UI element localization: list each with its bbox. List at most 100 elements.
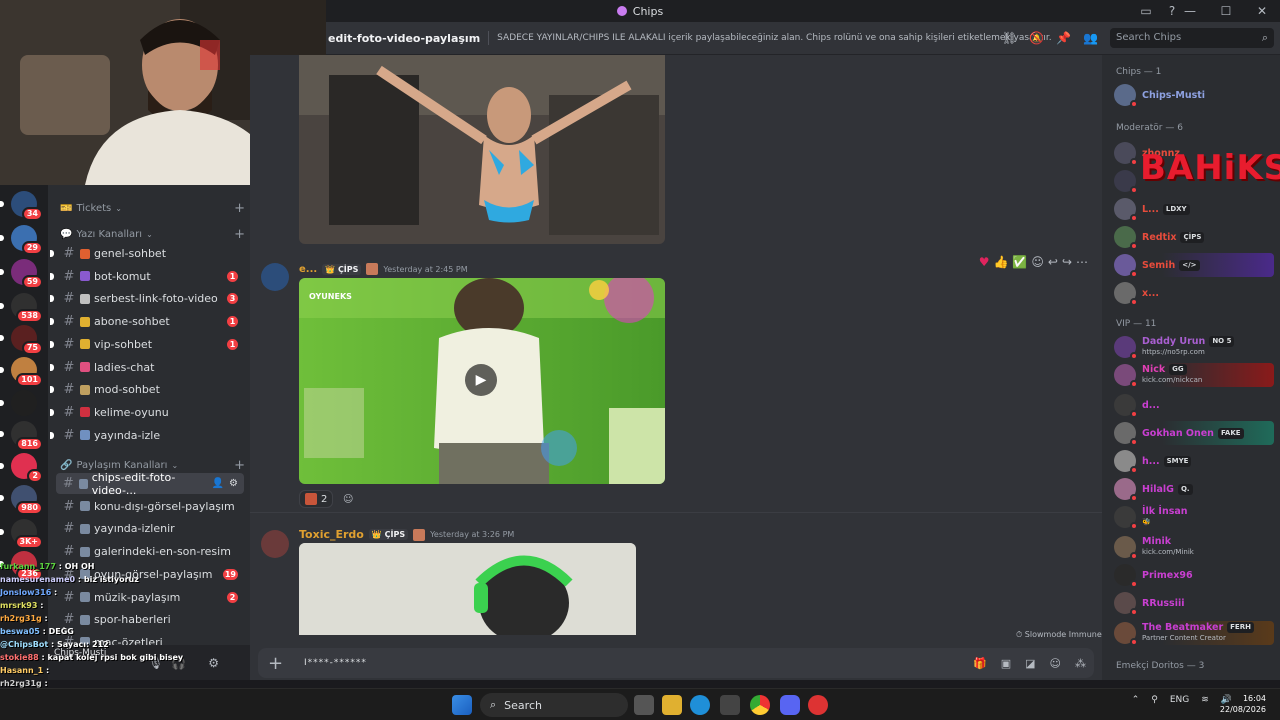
channel-item[interactable]: # chips-edit-foto-video-... 👤 ⚙ [56, 471, 244, 497]
add-channel-icon[interactable]: + [234, 201, 245, 216]
store-icon[interactable] [720, 695, 740, 715]
member-item[interactable]: Daddy Urun NO 5 https://no5rp.com [1114, 335, 1274, 360]
play-icon[interactable]: ▶ [465, 364, 497, 396]
member-item[interactable]: L... LDXY [1114, 197, 1274, 222]
server-icon[interactable]: 3K+ [0, 519, 43, 549]
server-icon[interactable]: 29 [0, 225, 43, 255]
obs-icon[interactable] [808, 695, 828, 715]
edge-icon[interactable] [690, 695, 710, 715]
role-tag: 👑 ÇİPS [322, 263, 362, 275]
emoji-icon[interactable]: ☺ [1050, 657, 1061, 670]
channel-item[interactable]: # serbest-link-foto-video 3 [50, 288, 244, 309]
member-item[interactable]: The Beatmaker FERH Partner Content Creator [1114, 621, 1274, 646]
gift-icon[interactable]: 🎁 [973, 657, 987, 670]
channel-item[interactable]: # kelime-oyunu [50, 402, 244, 423]
server-icon[interactable]: 59 [0, 259, 43, 289]
author-name[interactable]: Toxic_Erdo [299, 528, 364, 541]
role-icon [366, 263, 379, 275]
server-icon[interactable] [0, 390, 37, 416]
member-item[interactable]: Primex96 [1114, 563, 1274, 588]
unread-dot [50, 272, 54, 280]
channel-item[interactable]: # konu-dışı-görsel-paylaşım [56, 496, 244, 517]
discord-icon[interactable] [780, 695, 800, 715]
channel-item[interactable]: # mod-sohbet [50, 379, 244, 400]
channel-topic[interactable]: SADECE YAYINLAR/CHIPS İLE ALAKALI içerik… [497, 33, 1057, 43]
forward-icon[interactable]: ↪ [1062, 255, 1072, 269]
member-item[interactable]: Minik kick.com/Minik [1114, 535, 1274, 560]
channel-item[interactable]: # vip-sohbet 1 [50, 334, 244, 355]
reply-icon[interactable]: ↩ [1048, 255, 1058, 269]
member-item[interactable]: Gokhan Onen FAKE [1114, 421, 1274, 446]
sticker-icon[interactable]: ◪ [1025, 657, 1035, 670]
channel-item[interactable]: # galerindeki-en-son-resim [56, 541, 244, 562]
add-channel-icon[interactable]: + [234, 458, 245, 473]
avatar[interactable] [261, 263, 289, 291]
server-icon[interactable]: 34 [0, 191, 43, 221]
taskbar-search[interactable]: ⌕ Search [480, 693, 628, 717]
invite-icon[interactable]: 👤 [212, 478, 224, 489]
pin-icon[interactable]: 📌 [1056, 31, 1071, 45]
reaction-chip[interactable]: 2 [299, 490, 334, 508]
check-reaction-icon[interactable]: ✅ [1012, 255, 1027, 269]
server-icon[interactable]: 538 [0, 293, 43, 323]
mention-badge: 29 [21, 241, 43, 255]
mute-bell-icon[interactable]: 🔕 [1029, 31, 1044, 45]
member-item[interactable]: Chips-Musti [1114, 83, 1274, 108]
more-icon[interactable]: ⋯ [1076, 255, 1088, 269]
file-explorer-icon[interactable] [662, 695, 682, 715]
server-icon[interactable]: 980 [0, 485, 43, 515]
chevron-up-icon[interactable]: ⌃ [1132, 695, 1140, 705]
member-item[interactable]: İlk İnsan 🐝 [1114, 505, 1274, 530]
server-icon[interactable]: 75 [0, 325, 43, 355]
channel-item[interactable]: # abone-sohbet 1 [50, 311, 244, 332]
category-text-channels[interactable]: 💬 Yazı Kanalları ⌄ + [60, 227, 245, 242]
video-attachment[interactable] [299, 543, 636, 635]
minimize-button[interactable]: — [1172, 0, 1208, 22]
member-list-icon[interactable]: 👥 [1083, 31, 1098, 45]
network-icon[interactable]: ⚲ [1151, 695, 1158, 705]
channel-settings-icon[interactable]: ⚙ [229, 478, 238, 489]
thumbs-up-reaction-icon[interactable]: 👍 [993, 255, 1008, 269]
server-icon[interactable]: 816 [0, 421, 43, 451]
apps-icon[interactable]: ⁂ [1075, 657, 1086, 670]
message-composer[interactable]: + I****-****** 🎁 ▣ ◪ ☺ ⁂ [258, 648, 1094, 678]
language-indicator[interactable]: ENG [1170, 695, 1189, 705]
close-button[interactable]: ✕ [1244, 0, 1280, 22]
member-item[interactable]: h... SMYE [1114, 449, 1274, 474]
wifi-icon[interactable]: ≋ [1201, 695, 1209, 705]
add-channel-icon[interactable]: + [234, 227, 245, 242]
windows-start-icon[interactable] [452, 695, 472, 715]
video-attachment[interactable]: OYUNEKS ▶ [299, 278, 665, 484]
author-name[interactable]: e... [299, 264, 317, 275]
task-view-icon[interactable] [634, 695, 654, 715]
video-attachment[interactable] [299, 55, 665, 244]
member-item[interactable]: Redtix ÇİPS [1114, 225, 1274, 250]
avatar[interactable] [261, 530, 289, 558]
member-item[interactable]: RRussiii [1114, 591, 1274, 616]
search-input[interactable]: Search Chips ⌕ [1110, 28, 1274, 48]
threads-icon[interactable]: ⛓ [1002, 31, 1017, 45]
channel-item[interactable]: # genel-sohbet [50, 243, 244, 264]
heart-reaction-icon[interactable]: ♥ [979, 255, 990, 269]
maximize-button[interactable]: ☐ [1208, 0, 1244, 22]
channel-item[interactable]: # yayında-izlenir [56, 518, 244, 539]
clock[interactable]: 16:04 22/08/2026 [1220, 693, 1266, 715]
category-tickets[interactable]: 🎫 Tickets ⌄ + [60, 201, 245, 216]
mention-badge: 59 [21, 275, 43, 289]
add-reaction-icon[interactable]: ☺ [1031, 255, 1044, 269]
member-item[interactable]: Semih </> [1114, 253, 1274, 278]
add-reaction-button[interactable]: ☺ [338, 490, 358, 508]
channel-item[interactable]: # ladies-chat [50, 357, 244, 378]
channel-item[interactable]: # yayında-izle [50, 425, 244, 446]
server-icon[interactable]: 101 [0, 357, 43, 387]
channel-item[interactable]: # bot-komut 1 [50, 266, 244, 287]
chrome-icon[interactable] [750, 695, 770, 715]
server-icon[interactable]: 2 [0, 453, 43, 483]
member-item[interactable]: x... [1114, 281, 1274, 306]
member-item[interactable]: Nick GG kick.com/nickcan [1114, 363, 1274, 388]
inbox-icon[interactable]: ▭ [1138, 3, 1154, 19]
member-item[interactable]: d... [1114, 393, 1274, 418]
member-item[interactable]: HilalG Q. [1114, 477, 1274, 502]
attach-plus-icon[interactable]: + [268, 653, 288, 674]
gif-icon[interactable]: ▣ [1001, 657, 1011, 670]
